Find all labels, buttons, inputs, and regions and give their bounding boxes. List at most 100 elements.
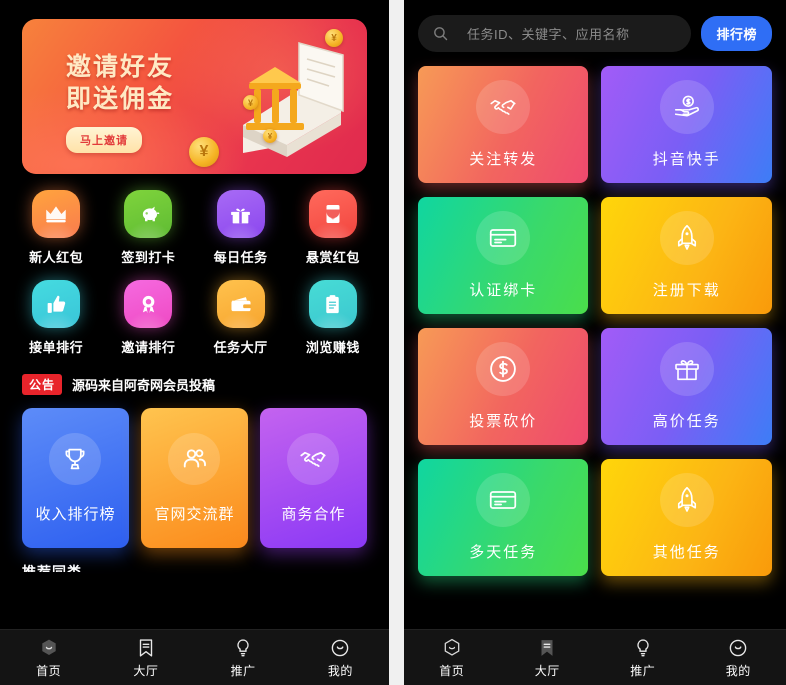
grid-item-checkin[interactable]: 签到打卡 xyxy=(102,190,194,266)
tile-other-task[interactable]: 其他任务 xyxy=(601,459,772,576)
tile-register-download[interactable]: 注册下载 xyxy=(601,197,772,314)
grid-item-label: 签到打卡 xyxy=(121,250,176,265)
search-input[interactable]: 任务ID、关键字、应用名称 xyxy=(417,15,692,52)
grid-item-label: 悬赏红包 xyxy=(305,250,360,265)
grid-item-browse-earn[interactable]: 浏览赚钱 xyxy=(287,280,379,356)
grid-item-label: 新人红包 xyxy=(29,250,84,265)
search-placeholder: 任务ID、关键字、应用名称 xyxy=(466,27,630,42)
banner-line-2: 即送佣金 xyxy=(66,85,175,113)
tile-follow-repost[interactable]: 关注转发 xyxy=(417,66,589,183)
invite-now-button[interactable]: 马上邀请 xyxy=(66,127,142,153)
card-income-rank[interactable]: 收入排行榜 xyxy=(22,408,129,548)
tab-label: 推广 xyxy=(630,663,656,678)
handshake-icon xyxy=(476,80,531,134)
tab-mine[interactable]: 我的 xyxy=(691,637,786,679)
rocket-icon xyxy=(659,211,714,265)
grid-item-label: 邀请排行 xyxy=(121,340,176,355)
grid-item-task-hall[interactable]: 任务大厅 xyxy=(194,280,286,356)
coin-icon: ¥ xyxy=(324,29,343,47)
feature-card-row: 收入排行榜 官网交流群 商务合作 xyxy=(22,408,367,548)
tab-promote[interactable]: 推广 xyxy=(195,637,292,679)
tab-label: 首页 xyxy=(439,663,465,678)
tab-mine[interactable]: 我的 xyxy=(292,637,389,679)
leaderboard-button[interactable]: 排行榜 xyxy=(701,16,772,51)
tile-verify-bind-card[interactable]: 认证绑卡 xyxy=(417,197,589,314)
rocket-icon xyxy=(659,473,714,527)
tile-label: 注册下载 xyxy=(652,282,721,299)
grid-item-order-rank[interactable]: 接单排行 xyxy=(10,280,102,356)
tab-label: 大厅 xyxy=(534,663,560,678)
category-tile-grid: 关注转发 抖音快手 认证绑卡 注册下载 投票砍价 高价任务 多天任务 其他任务 xyxy=(404,52,786,576)
tab-label: 我的 xyxy=(327,663,353,678)
tab-hall[interactable]: 大厅 xyxy=(499,637,595,679)
coin-icon: ¥ xyxy=(262,129,277,143)
people-group-icon xyxy=(168,432,221,485)
svg-text:¥: ¥ xyxy=(331,215,335,222)
right-screen: 任务ID、关键字、应用名称 排行榜 关注转发 抖音快手 认证绑卡 注册下载 投票… xyxy=(404,0,786,629)
tile-multi-day-task[interactable]: 多天任务 xyxy=(417,459,589,576)
trophy-icon xyxy=(49,432,102,485)
tab-label: 我的 xyxy=(725,663,751,678)
announcement-text: 源码来自阿奇网会员投稿 xyxy=(72,378,216,393)
dual-phone-screenshot: 邀请好友 即送佣金 马上邀请 ¥ ¥ ¥ ¥ 新人红包 签到打卡 每日任务 ¥ … xyxy=(0,0,786,685)
tile-vote-bargain[interactable]: 投票砍价 xyxy=(417,328,589,445)
invite-banner[interactable]: 邀请好友 即送佣金 马上邀请 ¥ ¥ ¥ ¥ xyxy=(22,19,367,174)
left-bottom-nav: 首页 大厅 推广 我的 xyxy=(0,629,389,685)
card-label: 收入排行榜 xyxy=(35,505,116,523)
bank-books-coins-illustration: ¥ ¥ ¥ ¥ xyxy=(183,23,355,174)
section-heading-partial: 推荐同类 xyxy=(22,564,82,572)
card-business-cooperation[interactable]: 商务合作 xyxy=(259,408,367,548)
tile-label: 抖音快手 xyxy=(652,151,721,168)
gift-icon xyxy=(659,342,714,396)
tile-high-value-task[interactable]: 高价任务 xyxy=(601,328,772,445)
right-phone-panel: 任务ID、关键字、应用名称 排行榜 关注转发 抖音快手 认证绑卡 注册下载 投票… xyxy=(403,0,786,685)
coin-icon: ¥ xyxy=(188,137,219,167)
tile-label: 认证绑卡 xyxy=(469,282,538,299)
piggy-bank-icon xyxy=(124,190,173,238)
handshake-icon xyxy=(287,432,340,485)
grid-item-label: 每日任务 xyxy=(213,250,268,265)
search-icon xyxy=(434,27,448,41)
announcement-badge: 公告 xyxy=(22,374,63,395)
tab-home[interactable]: 首页 xyxy=(404,637,500,679)
card-official-group[interactable]: 官网交流群 xyxy=(140,408,248,548)
hand-coin-icon xyxy=(659,80,714,134)
dollar-circle-icon xyxy=(476,342,531,396)
grid-item-daily-task[interactable]: 每日任务 xyxy=(194,190,286,266)
clipboard-icon xyxy=(308,280,357,328)
medal-icon xyxy=(124,280,173,328)
credit-card-icon xyxy=(476,473,531,527)
credit-card-icon xyxy=(476,211,531,265)
wallet-icon xyxy=(216,280,265,328)
red-packet-icon: ¥ xyxy=(308,190,357,238)
crown-icon xyxy=(32,190,81,238)
tile-label: 高价任务 xyxy=(652,413,721,430)
tab-label: 大厅 xyxy=(133,663,159,678)
coin-icon: ¥ xyxy=(242,95,258,110)
banner-copy: 邀请好友 即送佣金 马上邀请 xyxy=(66,51,174,153)
grid-item-bounty-packet[interactable]: ¥ 悬赏红包 xyxy=(287,190,379,266)
tile-label: 投票砍价 xyxy=(469,413,538,430)
tab-promote[interactable]: 推广 xyxy=(595,637,691,679)
grid-item-label: 接单排行 xyxy=(29,340,84,355)
tab-home[interactable]: 首页 xyxy=(0,637,97,679)
tile-label: 其他任务 xyxy=(652,544,721,561)
search-header: 任务ID、关键字、应用名称 排行榜 xyxy=(404,0,786,52)
announcement-bar[interactable]: 公告 源码来自阿奇网会员投稿 xyxy=(22,374,389,395)
grid-item-invite-rank[interactable]: 邀请排行 xyxy=(102,280,194,356)
card-label: 官网交流群 xyxy=(154,505,235,523)
thumbs-up-icon xyxy=(32,280,81,328)
left-screen: 邀请好友 即送佣金 马上邀请 ¥ ¥ ¥ ¥ 新人红包 签到打卡 每日任务 ¥ … xyxy=(0,0,389,629)
tab-label: 首页 xyxy=(36,663,62,678)
banner-line-1: 邀请好友 xyxy=(66,53,175,81)
right-bottom-nav: 首页 大厅 推广 我的 xyxy=(403,629,786,685)
tab-label: 推广 xyxy=(230,663,256,678)
tile-douyin-kuaishou[interactable]: 抖音快手 xyxy=(601,66,772,183)
left-phone-panel: 邀请好友 即送佣金 马上邀请 ¥ ¥ ¥ ¥ 新人红包 签到打卡 每日任务 ¥ … xyxy=(0,0,389,685)
tab-hall[interactable]: 大厅 xyxy=(97,637,194,679)
grid-item-label: 浏览赚钱 xyxy=(305,340,360,355)
tile-label: 多天任务 xyxy=(469,544,538,561)
quick-action-grid: 新人红包 签到打卡 每日任务 ¥ 悬赏红包 接单排行 邀请排行 任务大厅 浏览赚… xyxy=(10,190,379,356)
grid-item-new-user-packet[interactable]: 新人红包 xyxy=(10,190,102,266)
card-label: 商务合作 xyxy=(281,505,346,523)
